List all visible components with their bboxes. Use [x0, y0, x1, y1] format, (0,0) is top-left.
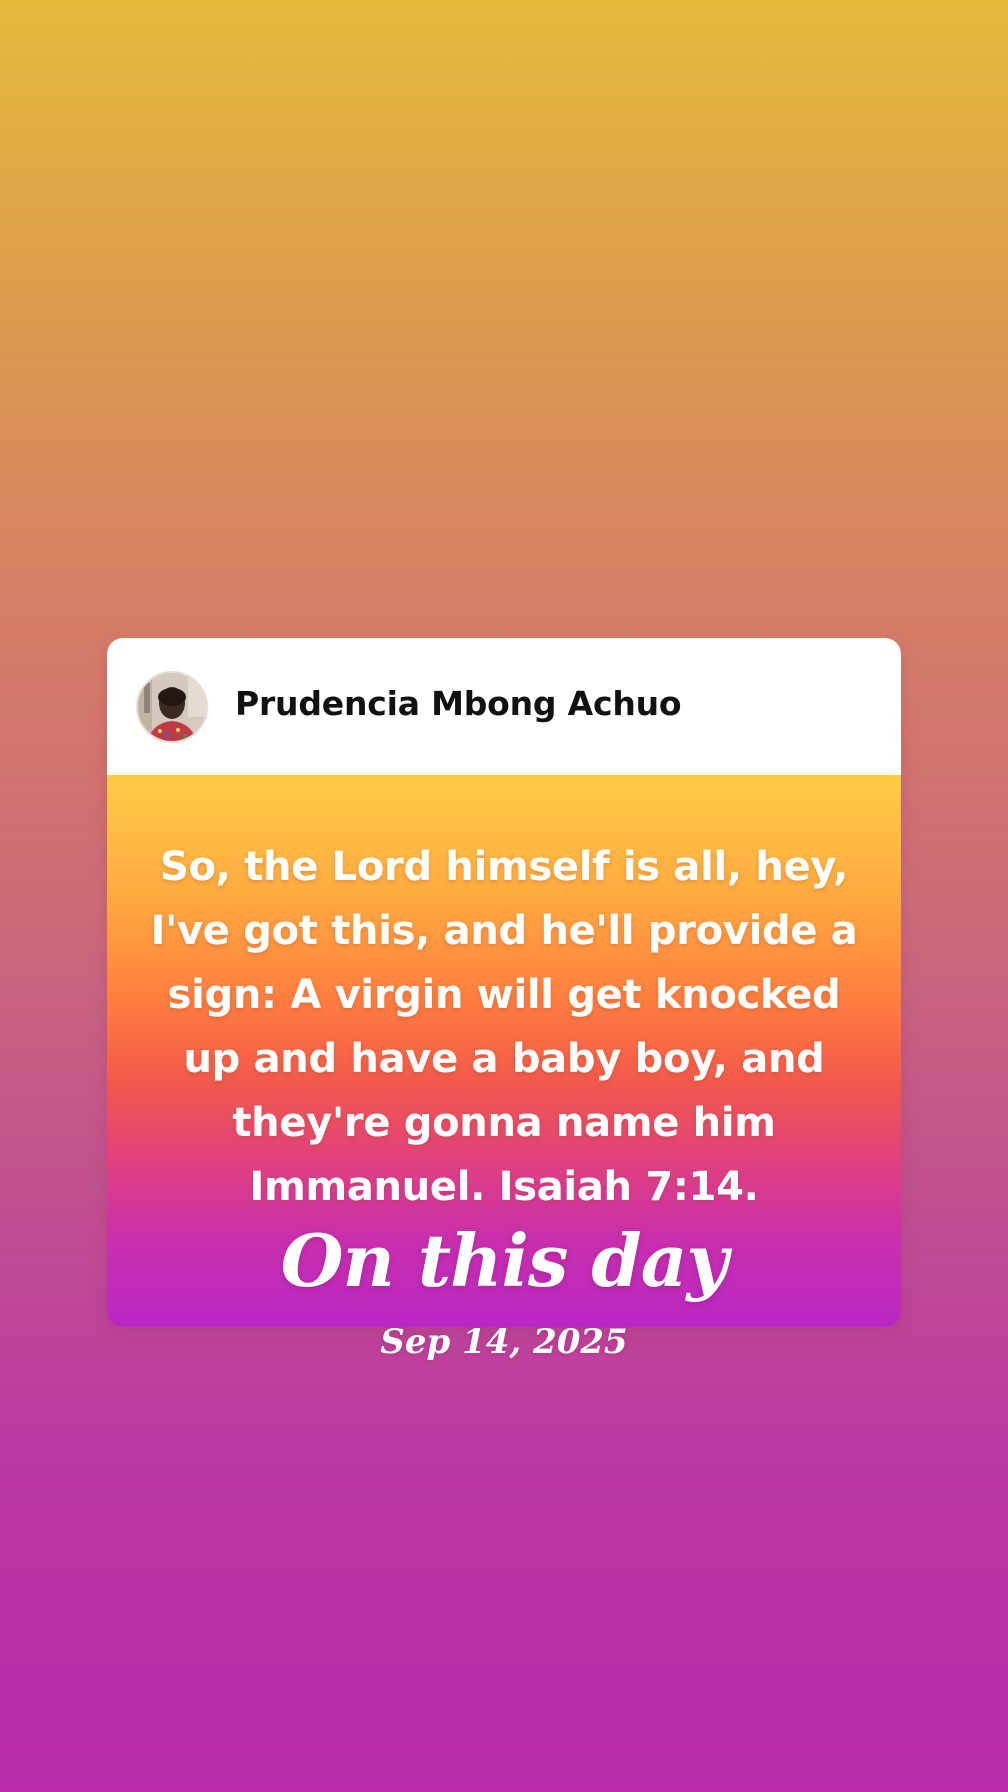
- author-name[interactable]: Prudencia Mbong Achuo: [235, 684, 682, 723]
- post-header: Prudencia Mbong Achuo: [107, 638, 901, 775]
- memory-title: On this day: [280, 1218, 729, 1303]
- avatar-photo-icon: [138, 673, 206, 741]
- avatar: [136, 671, 208, 743]
- post-text: So, the Lord himself is all, hey, I've g…: [150, 844, 858, 1210]
- memory-date: Sep 14, 2025: [380, 1322, 628, 1362]
